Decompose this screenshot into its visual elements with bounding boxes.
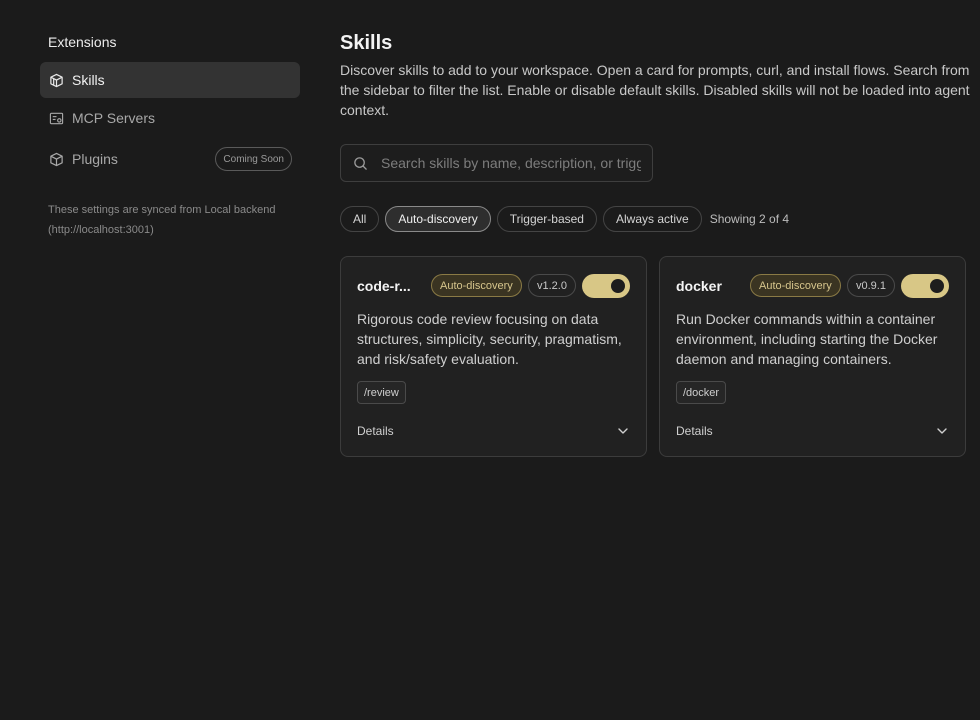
sidebar: Extensions Skills MCP Servers Plugins Co… [0, 0, 320, 720]
mode-badge: Auto-discovery [431, 274, 522, 297]
sidebar-item-skills[interactable]: Skills [40, 62, 300, 98]
version-badge: v1.2.0 [528, 274, 576, 297]
details-toggle[interactable]: Details [676, 421, 949, 441]
chevron-down-icon [616, 424, 630, 438]
main-content: Skills Discover skills to add to your wo… [340, 0, 980, 720]
filter-chip-trigger-based[interactable]: Trigger-based [496, 206, 597, 232]
skills-cube-icon [48, 72, 64, 88]
enable-toggle[interactable] [582, 274, 630, 298]
details-label: Details [357, 424, 394, 438]
sidebar-heading: Extensions [48, 34, 117, 50]
details-label: Details [676, 424, 713, 438]
plugin-cube-icon [48, 151, 64, 167]
chevron-down-icon [935, 424, 949, 438]
search-icon [353, 155, 369, 171]
sidebar-item-mcp-servers[interactable]: MCP Servers [40, 100, 300, 136]
skill-card[interactable]: docker Auto-discovery v0.9.1 Run Docker … [659, 256, 966, 457]
result-count: Showing 2 of 4 [709, 212, 790, 226]
filter-chip-auto-discovery[interactable]: Auto-discovery [385, 206, 491, 232]
filter-chip-always-active[interactable]: Always active [602, 206, 702, 232]
sidebar-item-plugins[interactable]: Plugins Coming Soon [40, 141, 300, 177]
toggle-knob [930, 279, 944, 293]
page-description: Discover skills to add to your workspace… [340, 62, 970, 118]
trigger-tag: /docker [676, 381, 727, 404]
details-toggle[interactable]: Details [357, 421, 630, 441]
search-input[interactable] [381, 155, 641, 171]
trigger-tag: /review [357, 381, 406, 404]
skill-description: Run Docker commands within a container e… [676, 311, 938, 367]
coming-soon-badge: Coming Soon [215, 147, 292, 171]
page-title: Skills [340, 32, 393, 54]
skill-name: docker [676, 278, 722, 294]
sidebar-item-label: Skills [72, 72, 105, 88]
skill-card[interactable]: code-r... Auto-discovery v1.2.0 Rigorous… [340, 256, 647, 457]
mode-badge: Auto-discovery [750, 274, 841, 297]
server-icon [48, 110, 64, 126]
skill-name: code-r... [357, 278, 411, 294]
skill-description: Rigorous code review focusing on data st… [357, 311, 622, 367]
enable-toggle[interactable] [901, 274, 949, 298]
search-box [340, 144, 653, 182]
sync-note: These settings are synced from Local bac… [48, 204, 276, 236]
version-badge: v0.9.1 [847, 274, 895, 297]
extensions-app: Extensions Skills MCP Servers Plugins Co… [0, 0, 980, 720]
toggle-knob [611, 279, 625, 293]
filter-chip-all[interactable]: All [340, 206, 380, 232]
filter-row: All Auto-discovery Trigger-based Always … [340, 206, 789, 232]
sidebar-item-label: MCP Servers [72, 110, 155, 126]
sidebar-item-label: Plugins [72, 151, 118, 167]
